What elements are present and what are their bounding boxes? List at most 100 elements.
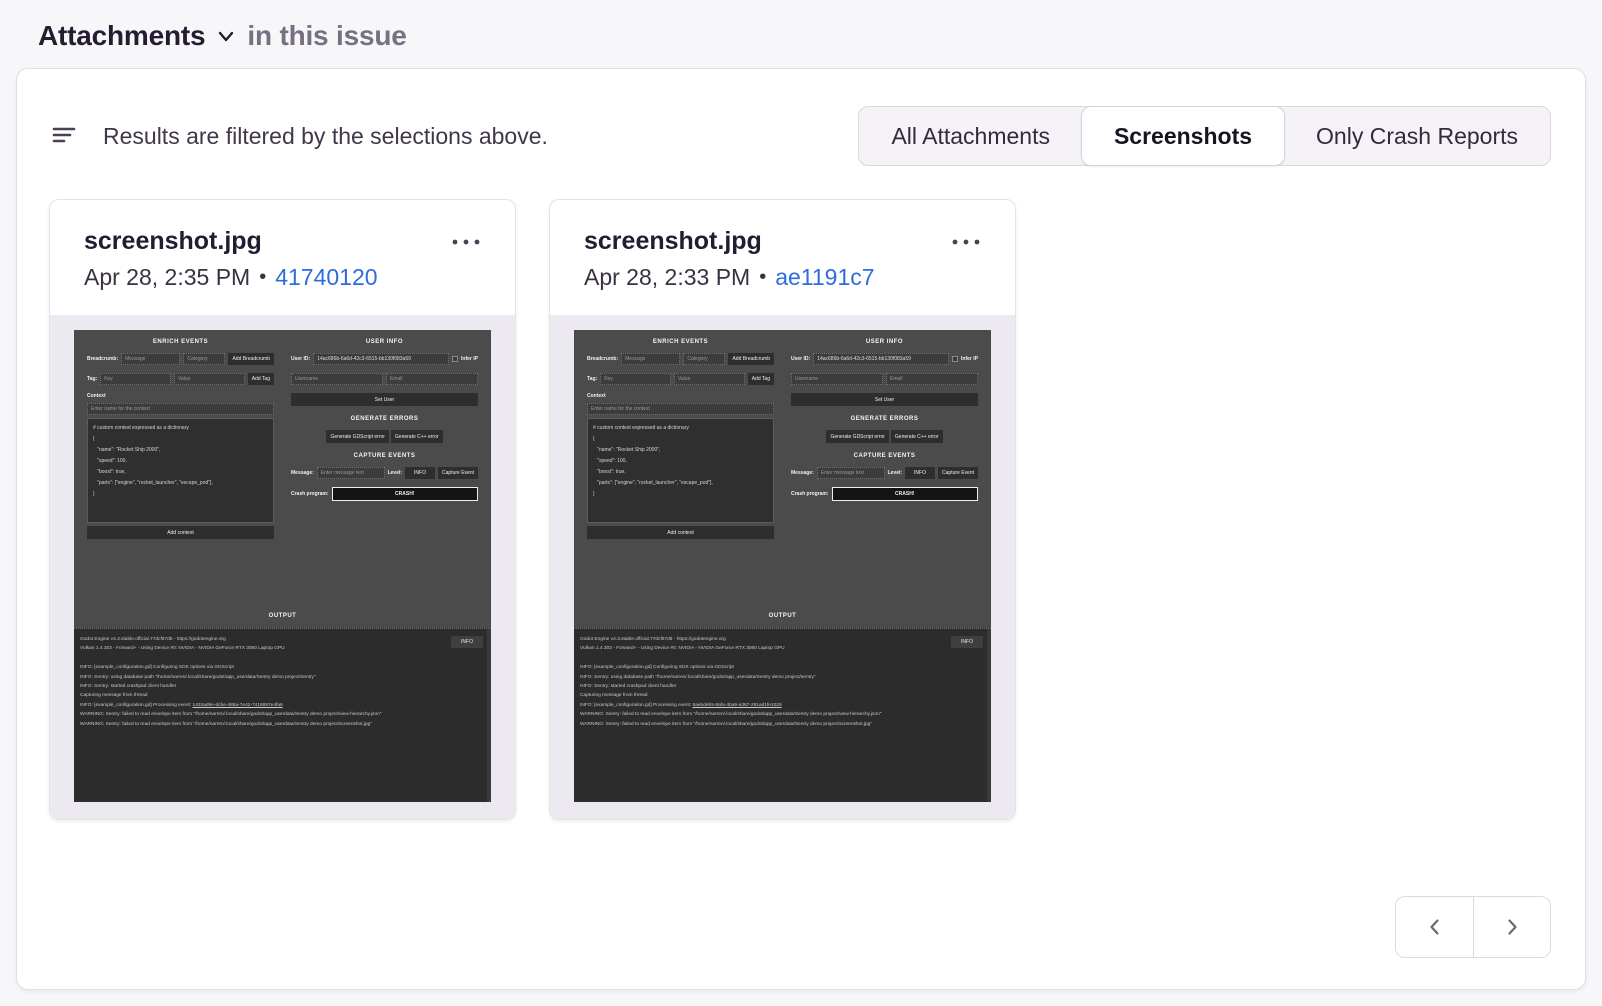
mock-log-event-id: 1433ad9e-dcbe-486a-7e42-7415887e4fa6	[193, 703, 283, 708]
mock-add-tag-button: Add Tag	[248, 373, 274, 385]
mock-set-user-button: Set User	[291, 393, 478, 406]
mock-tag-label: Tag:	[587, 376, 597, 382]
toolbar: Results are filtered by the selections a…	[51, 106, 1551, 166]
mock-level-label: Level:	[888, 470, 902, 476]
filter-note-group: Results are filtered by the selections a…	[51, 121, 548, 152]
mock-add-breadcrumb-button: Add Breadcrumb	[228, 353, 274, 365]
card-header: screenshot.jpg Apr 28, 2:33 PM • ae1191c…	[550, 200, 1015, 315]
mock-breadcrumb-message-input: Message	[621, 353, 680, 365]
attachment-card-list: screenshot.jpg Apr 28, 2:35 PM • 4174012…	[49, 199, 1585, 820]
godot-demo-screenshot: ENRICH EVENTS Breadcrumb: Message Catego…	[74, 330, 491, 802]
mock-context-textarea: # custom context expressed as a dictiona…	[87, 418, 274, 523]
mock-add-breadcrumb-button: Add Breadcrumb	[728, 353, 774, 365]
mock-level-label: Level:	[388, 470, 402, 476]
filter-note-text: Results are filtered by the selections a…	[103, 123, 548, 150]
mock-message-input: Enter message text	[317, 467, 385, 479]
mock-generate-errors-title: GENERATE ERRORS	[291, 416, 478, 422]
mock-breadcrumb-label: Breadcrumb:	[87, 356, 118, 362]
mock-capture-event-button: Capture Event	[938, 467, 978, 479]
mock-context-name-input: Enter name for the context	[87, 403, 274, 415]
mock-crash-label: Crash program:	[291, 491, 329, 497]
mock-user-info-title: USER INFO	[291, 339, 478, 345]
mock-log-info-button: INFO	[951, 636, 983, 648]
mock-output-log: INFO Godot Engine v4.3.stable.official.7…	[74, 628, 491, 802]
meta-separator: •	[259, 266, 266, 289]
mock-context-label: Context	[587, 393, 774, 399]
mock-enrich-title: ENRICH EVENTS	[87, 339, 274, 345]
attachment-card: screenshot.jpg Apr 28, 2:35 PM • 4174012…	[49, 199, 516, 820]
attachment-timestamp: Apr 28, 2:33 PM	[584, 264, 750, 291]
overflow-menu-button[interactable]	[951, 233, 981, 251]
mock-user-id-label: User ID:	[791, 356, 810, 362]
attachment-timestamp: Apr 28, 2:35 PM	[84, 264, 250, 291]
mock-breadcrumb-message-input: Message	[121, 353, 180, 365]
mock-user-info-title: USER INFO	[791, 339, 978, 345]
mock-breadcrumb-category-input: Category	[683, 353, 725, 365]
tab-screenshots[interactable]: Screenshots	[1081, 106, 1285, 166]
attachment-filter-tabs: All Attachments Screenshots Only Crash R…	[858, 106, 1551, 166]
mock-breadcrumb-label: Breadcrumb:	[587, 356, 618, 362]
meta-separator: •	[759, 266, 766, 289]
mock-message-input: Enter message text	[817, 467, 885, 479]
event-id-link[interactable]: ae1191c7	[775, 264, 874, 291]
mock-email-input: Email	[386, 373, 478, 385]
mock-user-id-input: 14ac686b-6a6d-42c3-6515-bb130f083a59	[813, 353, 949, 365]
mock-log-info-button: INFO	[451, 636, 483, 648]
mock-user-info-panel: USER INFO User ID: 14ac686b-6a6d-42c3-65…	[291, 339, 478, 539]
mock-infer-ip-checkbox	[952, 356, 958, 362]
page-title: Attachments	[38, 20, 205, 52]
mock-email-input: Email	[886, 373, 978, 385]
tab-all-attachments[interactable]: All Attachments	[859, 107, 1082, 165]
mock-output-title: OUTPUT	[587, 613, 978, 619]
mock-level-select: INFO	[405, 467, 435, 479]
mock-context-textarea: # custom context expressed as a dictiona…	[587, 418, 774, 523]
mock-crash-button: CRASH!	[832, 487, 978, 501]
attachment-card: screenshot.jpg Apr 28, 2:33 PM • ae1191c…	[549, 199, 1016, 820]
page-header: Attachments in this issue	[0, 0, 1602, 56]
attachment-filename: screenshot.jpg	[584, 227, 762, 256]
chevron-down-icon[interactable]	[215, 25, 237, 52]
mock-user-id-label: User ID:	[291, 356, 310, 362]
mock-message-label: Message:	[791, 470, 814, 476]
mock-tag-key-input: Key	[100, 373, 171, 385]
mock-generate-gdscript-error-button: Generate GDScript error	[826, 430, 888, 443]
mock-username-input: Username	[291, 373, 383, 385]
mock-user-id-input: 14ac686b-6a6d-42c3-6515-bb130f083a59	[313, 353, 449, 365]
mock-user-info-panel: USER INFO User ID: 14ac686b-6a6d-42c3-65…	[791, 339, 978, 539]
mock-context-label: Context	[87, 393, 274, 399]
attachment-thumbnail[interactable]: ENRICH EVENTS Breadcrumb: Message Catego…	[50, 315, 515, 819]
attachment-filename: screenshot.jpg	[84, 227, 262, 256]
mock-enrich-events-panel: ENRICH EVENTS Breadcrumb: Message Catego…	[87, 339, 274, 539]
mock-infer-ip-label: Infer IP	[461, 356, 478, 362]
mock-add-tag-button: Add Tag	[748, 373, 774, 385]
event-id-link[interactable]: 41740120	[275, 264, 377, 291]
mock-generate-gdscript-error-button: Generate GDScript error	[326, 430, 388, 443]
mock-output-log: INFO Godot Engine v4.3.stable.official.7…	[574, 628, 991, 802]
mock-crash-button: CRASH!	[332, 487, 478, 501]
mock-log-processing-line: INFO: [example_configuration.gd] Process…	[80, 701, 483, 710]
mock-crash-label: Crash program:	[791, 491, 829, 497]
mock-generate-cpp-error-button: Generate C++ error	[391, 430, 443, 443]
mock-generate-cpp-error-button: Generate C++ error	[891, 430, 943, 443]
mock-log-processing-line: INFO: [example_configuration.gd] Process…	[580, 701, 983, 710]
page-subtitle: in this issue	[247, 20, 406, 52]
overflow-menu-button[interactable]	[451, 233, 481, 251]
mock-message-label: Message:	[291, 470, 314, 476]
tab-only-crash-reports[interactable]: Only Crash Reports	[1284, 107, 1550, 165]
mock-tag-key-input: Key	[600, 373, 671, 385]
mock-username-input: Username	[791, 373, 883, 385]
mock-set-user-button: Set User	[791, 393, 978, 406]
attachment-meta: Apr 28, 2:35 PM • 41740120	[84, 264, 481, 291]
mock-add-context-button: Add context	[87, 526, 274, 539]
pagination	[1395, 896, 1551, 958]
mock-level-select: INFO	[905, 467, 935, 479]
previous-page-button[interactable]	[1396, 897, 1473, 957]
filter-icon	[51, 121, 77, 152]
next-page-button[interactable]	[1473, 897, 1550, 957]
mock-tag-value-input: Value	[674, 373, 745, 385]
attachment-thumbnail[interactable]: ENRICH EVENTS Breadcrumb: Message Catego…	[550, 315, 1015, 819]
mock-enrich-events-panel: ENRICH EVENTS Breadcrumb: Message Catego…	[587, 339, 774, 539]
mock-log-event-id: 8aebdeb5-8afa-4ba9-a367-291ad1fe1025	[693, 703, 782, 708]
mock-tag-label: Tag:	[87, 376, 97, 382]
mock-infer-ip-checkbox	[452, 356, 458, 362]
